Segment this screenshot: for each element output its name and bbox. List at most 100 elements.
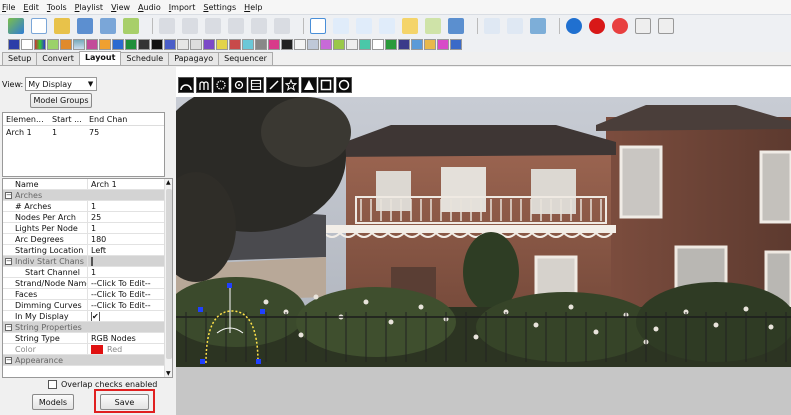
column-header-end[interactable]: End Chan (86, 115, 146, 124)
single-line-icon[interactable] (265, 77, 282, 93)
menu-playlist[interactable]: Playlist (75, 3, 103, 12)
open-sequence-icon[interactable] (54, 17, 70, 34)
matrix-icon[interactable] (248, 77, 264, 93)
collapse-icon[interactable]: − (5, 191, 12, 199)
window-frame-icon[interactable] (318, 77, 334, 93)
tab-papagayo[interactable]: Papagayo (168, 52, 220, 65)
bold-mode-icon[interactable] (356, 17, 372, 34)
overlap-checkbox[interactable] (48, 380, 57, 389)
property-row[interactable]: Dimming Curves --Click To Edit-- (3, 299, 172, 311)
effect-strobe-icon[interactable] (346, 38, 358, 50)
effect-color-wash-icon[interactable] (73, 38, 85, 50)
property-row[interactable]: Nodes Per Arch 25 (3, 211, 172, 223)
color-swatch[interactable] (91, 344, 103, 354)
effect-curtain-icon[interactable] (86, 38, 98, 50)
models-button[interactable]: Models (32, 394, 74, 410)
property-checkbox[interactable] (91, 256, 93, 266)
collapse-icon[interactable]: − (5, 356, 12, 364)
effect-pictures-icon[interactable] (203, 38, 215, 50)
stop-icon[interactable] (205, 17, 221, 34)
effect-movie-icon[interactable] (177, 38, 189, 50)
effect-galaxy-icon[interactable] (450, 38, 462, 50)
effect-garland-icon[interactable] (125, 38, 137, 50)
menu-audio[interactable]: Audio (138, 3, 161, 12)
effect-faces-icon[interactable] (424, 38, 436, 50)
property-row[interactable]: String Type RGB Nodes (3, 332, 172, 344)
effect-fireworks-icon[interactable] (112, 38, 124, 50)
new-sequence-icon[interactable] (31, 17, 47, 34)
replay-icon[interactable] (274, 17, 290, 34)
property-scrollbar[interactable]: ▲ ▼ (164, 179, 172, 377)
model-icon[interactable] (425, 17, 441, 34)
effect-morph-icon[interactable] (437, 38, 449, 50)
stop-output-icon[interactable] (612, 17, 628, 34)
pause-icon[interactable] (182, 17, 198, 34)
effect-ripple-icon[interactable] (242, 38, 254, 50)
effect-meteors-icon[interactable] (164, 38, 176, 50)
property-category[interactable]: − Arches (3, 190, 172, 201)
menu-help[interactable]: Help (244, 3, 262, 12)
property-row[interactable]: Faces --Click To Edit-- (3, 288, 172, 300)
property-checkbox[interactable]: ✔ (91, 311, 100, 321)
menu-settings[interactable]: Settings (203, 3, 236, 12)
property-category[interactable]: − String Properties (3, 322, 172, 333)
effect-twinkle-icon[interactable] (398, 38, 410, 50)
effect-butterfly-icon[interactable] (47, 38, 59, 50)
effect-snowflakes-icon[interactable] (294, 38, 306, 50)
effect-fire-icon[interactable] (99, 38, 111, 50)
effect-plasma-icon[interactable] (229, 38, 241, 50)
menu-file[interactable]: File (2, 3, 15, 12)
effect-on-icon[interactable] (21, 38, 33, 50)
effect-snowstorm-icon[interactable] (307, 38, 319, 50)
table-row[interactable]: Arch 1 1 75 (3, 126, 164, 138)
tree-icon[interactable] (300, 77, 317, 93)
save-icon[interactable] (77, 17, 93, 34)
property-row[interactable]: Starting Location Left (3, 244, 172, 256)
effect-text-icon[interactable] (372, 38, 384, 50)
lights-off-icon[interactable] (448, 17, 464, 34)
property-row[interactable]: Arc Degrees 180 (3, 233, 172, 245)
star-icon[interactable] (283, 77, 299, 93)
property-row[interactable]: Strand/Node Names --Click To Edit-- (3, 277, 172, 289)
bold-mode-2-icon[interactable] (379, 17, 395, 34)
tab-layout[interactable]: Layout (78, 51, 122, 65)
effect-piano-icon[interactable] (190, 38, 202, 50)
effect-spirals-icon[interactable] (320, 38, 332, 50)
element-list[interactable]: Elemen... Start ... End Chan Arch 1 1 75 (2, 112, 165, 177)
warning-icon[interactable] (402, 17, 418, 34)
scroll-down-icon[interactable]: ▼ (166, 370, 171, 377)
model-groups-button[interactable]: Model Groups (30, 93, 92, 108)
pin-icon[interactable] (658, 17, 674, 34)
scroll-up-icon[interactable]: ▲ (166, 179, 171, 186)
tab-schedule[interactable]: Schedule (120, 52, 170, 65)
stop-sign-icon[interactable] (589, 17, 605, 34)
help-icon[interactable] (635, 17, 651, 34)
scrollbar-thumb[interactable] (166, 189, 172, 359)
effect-tree-icon[interactable] (385, 38, 397, 50)
property-row[interactable]: Start Channel 1 (3, 266, 172, 278)
text-mode-icon[interactable] (333, 17, 349, 34)
effect-spirograph-icon[interactable] (333, 38, 345, 50)
zoom-in-icon[interactable] (484, 17, 500, 34)
collapse-icon[interactable]: − (5, 323, 12, 331)
effect-bars-icon[interactable] (34, 38, 46, 50)
collapse-icon[interactable]: − (5, 257, 12, 265)
menu-tools[interactable]: Tools (47, 3, 67, 12)
effect-tendril-icon[interactable] (359, 38, 371, 50)
arch-icon[interactable] (178, 77, 194, 93)
property-row[interactable]: Name Arch 1 (3, 179, 172, 190)
property-row[interactable]: In My Display ✔ (3, 310, 172, 322)
render-icon[interactable] (8, 17, 24, 34)
property-row[interactable]: # Arches 1 (3, 200, 172, 212)
effect-circles-icon[interactable] (60, 38, 72, 50)
tab-setup[interactable]: Setup (2, 52, 38, 65)
menu-view[interactable]: View (111, 3, 130, 12)
render-all-icon[interactable] (123, 17, 139, 34)
tab-convert[interactable]: Convert (36, 52, 80, 65)
zoom-out-icon[interactable] (507, 17, 523, 34)
effect-mode-icon[interactable] (310, 17, 326, 34)
info-icon[interactable] (566, 17, 582, 34)
circle-icon[interactable] (213, 77, 229, 93)
house-photo-background[interactable] (176, 97, 791, 367)
effect-pinwheel-icon[interactable] (216, 38, 228, 50)
